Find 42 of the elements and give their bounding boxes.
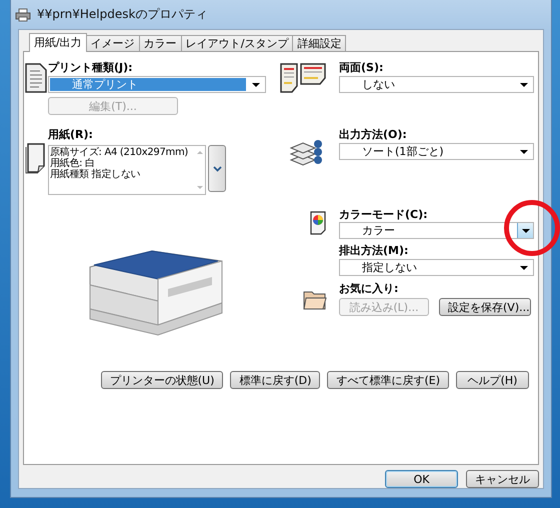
tab[interactable]: 詳細設定 xyxy=(292,35,346,51)
dropdown[interactable]: ソート(1部ごと) xyxy=(339,143,534,160)
field-label: 排出方法(M): xyxy=(339,244,410,259)
color-document-icon xyxy=(308,210,326,236)
dropdown[interactable]: 指定しない xyxy=(339,259,534,276)
window-title: ¥¥prn¥Helpdeskのプロパティ xyxy=(37,6,208,23)
ok-button[interactable]: OK xyxy=(385,470,458,488)
cancel-button[interactable]: キャンセル xyxy=(466,470,539,488)
field-label: お気に入り: xyxy=(339,282,400,297)
list-line: 用紙色: 白 xyxy=(50,158,95,169)
sorted-stack-icon xyxy=(288,138,322,168)
field-label: 両面(S): xyxy=(339,61,384,76)
tab[interactable]: 用紙/出力 xyxy=(29,33,87,52)
action-button[interactable]: 標準に戻す(D) xyxy=(230,371,320,389)
field-label: プリント種類(J): xyxy=(48,61,134,76)
duplex-pages-icon xyxy=(278,61,328,95)
paper-summary-list[interactable]: 原稿サイズ: A4 (210x297mm) 用紙色: 白 用紙種類 指定しない xyxy=(48,145,206,195)
tab[interactable]: カラー xyxy=(138,35,182,51)
field-label: カラーモード(C): xyxy=(339,208,429,223)
scroll-down-icon[interactable] xyxy=(196,186,202,189)
field-label: 出力方法(O): xyxy=(339,128,408,143)
save-settings-button[interactable]: 設定を保存(V)... xyxy=(439,298,531,316)
action-button[interactable]: プリンターの状態(U) xyxy=(100,371,224,389)
caret-icon xyxy=(522,228,530,232)
expand-button[interactable] xyxy=(208,145,226,192)
caret-icon xyxy=(520,150,528,154)
chevron-down-icon xyxy=(212,166,222,172)
document-icon xyxy=(24,62,48,94)
caret-icon xyxy=(520,82,528,86)
action-button[interactable]: すべて標準に戻す(E) xyxy=(327,371,449,389)
field-label: 用紙(R): xyxy=(48,128,94,143)
scroll-up-icon[interactable] xyxy=(196,151,202,154)
dropdown[interactable]: カラー xyxy=(339,222,534,239)
printer-icon xyxy=(15,8,31,22)
tab[interactable]: イメージ xyxy=(86,35,140,51)
caret-icon xyxy=(252,82,260,86)
tab[interactable]: レイアウト/スタンプ xyxy=(180,35,294,51)
list-line: 用紙種類 指定しない xyxy=(50,169,142,180)
caret-icon xyxy=(520,266,528,270)
dropdown[interactable]: しない xyxy=(339,76,534,93)
action-button[interactable]: ヘルプ(H) xyxy=(456,371,529,389)
list-line: 原稿サイズ: A4 (210x297mm) xyxy=(50,147,190,158)
